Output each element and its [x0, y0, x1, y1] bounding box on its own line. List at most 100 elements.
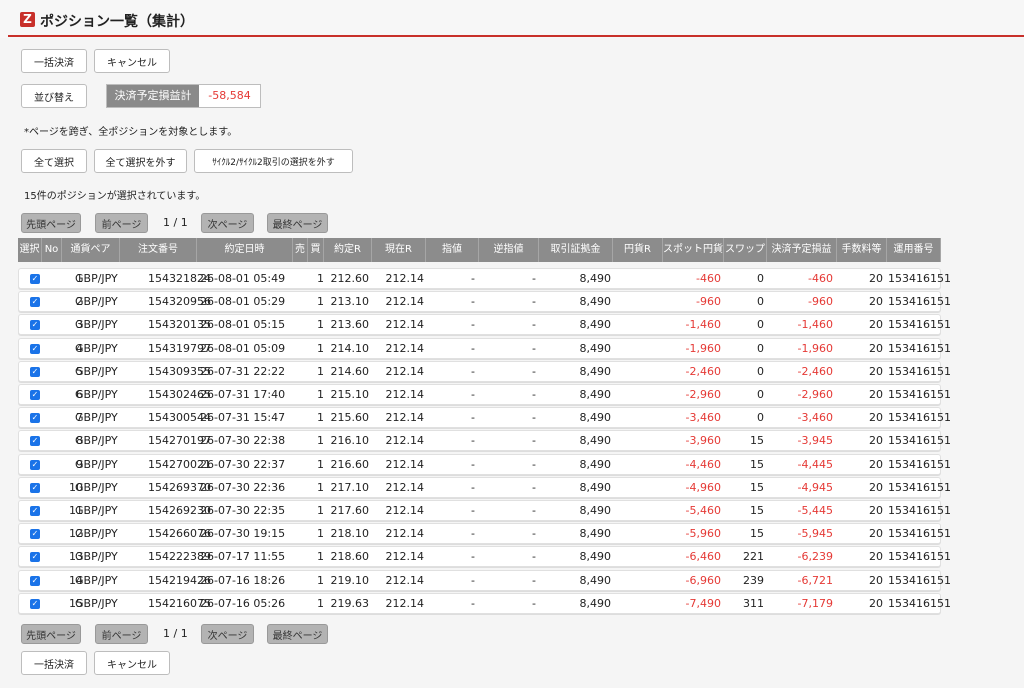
deselect-all-button[interactable]: 全て選択を外す [94, 149, 187, 173]
cell-dt: 26-08-01 05:29 [200, 295, 286, 309]
cell-swap: 0 [757, 318, 764, 332]
column-header: スワップ [724, 238, 767, 262]
cancel-button-top[interactable]: キャンセル [94, 49, 170, 73]
checkbox-checked-icon[interactable]: ✓ [30, 482, 40, 493]
cell-rate: 217.10 [330, 480, 370, 494]
pager-first-top[interactable]: 先頭ページ [21, 213, 81, 233]
checkbox-checked-icon[interactable]: ✓ [30, 343, 40, 354]
table-row[interactable]: ✓ 2 GBP/JPY 154320956 26-08-01 05:29 1 213.10 2… [18, 291, 951, 313]
pager-next-bottom[interactable]: 次ページ [201, 624, 254, 644]
pager-prev-top[interactable]: 前ページ [95, 213, 148, 233]
cell-cur: 212.14 [385, 341, 425, 355]
column-header: 売 [293, 238, 308, 262]
checkbox-checked-icon[interactable]: ✓ [30, 506, 40, 516]
checkbox-checked-icon[interactable]: ✓ [30, 390, 40, 400]
cancel-button-bottom[interactable]: キャンセル [94, 651, 170, 675]
table-row[interactable]: ✓ 13 GBP/JPY 154222389 26-07-17 11:55 1 218.60… [18, 546, 951, 568]
cell-margin: 8,490 [579, 550, 612, 564]
column-header: 取引証拠金 [539, 238, 613, 262]
pl-summary: 決済予定損益計 -58,584 [106, 84, 261, 108]
checkbox-checked-icon[interactable]: ✓ [30, 575, 40, 586]
cell-dt: 26-07-16 18:26 [200, 573, 286, 587]
pager-last-bottom[interactable]: 最終ページ [267, 624, 328, 644]
table-row[interactable]: ✓ 14 GBP/JPY 154219426 26-07-16 18:26 1 219.10… [18, 569, 951, 591]
table-row[interactable]: ✓ 10 GBP/JPY 154269370 26-07-30 22:36 1 217.10… [18, 476, 951, 498]
cell-buy: 1 [317, 411, 324, 425]
checkbox-checked-icon[interactable]: ✓ [30, 529, 40, 540]
cell-dt: 26-07-30 19:15 [200, 527, 286, 541]
cell-spot: -7,490 [685, 596, 721, 610]
table-row[interactable]: ✓ 5 GBP/JPY 154309355 26-07-31 22:22 1 214.60 2… [18, 360, 951, 382]
table-row[interactable]: ✓ 4 GBP/JPY 154319797 26-08-01 05:09 1 214.10 2… [18, 337, 951, 359]
cell-buy: 1 [317, 341, 324, 355]
checkbox-checked-icon[interactable]: ✓ [30, 413, 40, 424]
cell-margin: 8,490 [579, 527, 612, 541]
cell-cur: 212.14 [385, 480, 425, 494]
cell-stop: - [532, 573, 536, 587]
cell-fee: 20 [869, 596, 883, 610]
cell-limit: - [471, 364, 475, 378]
cell-op: 153416151 [888, 295, 951, 309]
table-row[interactable]: ✓ 11 GBP/JPY 154269230 26-07-30 22:35 1 217.60… [18, 500, 951, 521]
cell-op: 153416151 [888, 550, 951, 564]
pager-first-bottom[interactable]: 先頭ページ [21, 624, 81, 644]
cell-stop: - [532, 295, 536, 309]
cell-spot: -4,960 [685, 480, 721, 494]
cell-buy: 1 [317, 364, 324, 378]
table-row[interactable]: ✓ 12 GBP/JPY 154266076 26-07-30 19:15 1 218.10… [18, 523, 951, 545]
cell-rate: 212.60 [330, 272, 370, 285]
table-row[interactable]: ✓ 9 GBP/JPY 154270021 26-07-30 22:37 1 216.60 2… [18, 453, 951, 475]
column-header: 買 [308, 238, 324, 262]
cell-rate: 214.60 [330, 364, 370, 378]
cell-limit: - [471, 596, 475, 610]
checkbox-checked-icon[interactable]: ✓ [30, 366, 40, 377]
page-indicator-bottom: 1 / 1 [163, 627, 188, 640]
pager-prev-bottom[interactable]: 前ページ [95, 624, 148, 644]
checkbox-checked-icon[interactable]: ✓ [30, 459, 40, 470]
cell-pair: GBP/JPY [75, 364, 118, 378]
cell-stop: - [532, 411, 536, 425]
cell-op: 153416151 [888, 318, 951, 332]
cell-cur: 212.14 [385, 318, 425, 332]
table-row[interactable]: ✓ 7 GBP/JPY 154300544 26-07-31 15:47 1 215.60 2… [18, 407, 951, 429]
column-header: 円貨R [613, 238, 663, 262]
cell-margin: 8,490 [579, 364, 612, 378]
checkbox-checked-icon[interactable]: ✓ [30, 552, 40, 563]
table-row[interactable]: ✓ 1 GBP/JPY 154321824 26-08-01 05:49 1 212.60 2… [18, 268, 951, 289]
cell-dt: 26-08-01 05:49 [200, 272, 286, 285]
select-all-button[interactable]: 全て選択 [21, 149, 87, 173]
deselect-cycle-button[interactable]: ｻｲｸﾙ2/ｻｲｸﾙ2取引の選択を外す [194, 149, 353, 173]
pager-next-top[interactable]: 次ページ [201, 213, 254, 233]
cell-rate: 218.10 [330, 527, 370, 541]
cell-pair: GBP/JPY [75, 318, 118, 332]
cell-rate: 213.60 [330, 318, 370, 332]
column-header: 手数料等 [837, 238, 887, 262]
page-header: Z ポジション一覧（集計） [0, 0, 1024, 38]
cell-buy: 1 [317, 480, 324, 494]
cell-fee: 20 [869, 388, 883, 401]
cell-fee: 20 [869, 527, 883, 541]
cell-stop: - [532, 388, 536, 401]
table-row[interactable]: ✓ 8 GBP/JPY 154270197 26-07-30 22:38 1 216.10 2… [18, 430, 951, 452]
checkbox-checked-icon[interactable]: ✓ [30, 320, 40, 331]
cell-pair: GBP/JPY [75, 480, 118, 494]
checkbox-checked-icon[interactable]: ✓ [30, 274, 40, 284]
cell-buy: 1 [317, 457, 324, 471]
sort-button[interactable]: 並び替え [21, 84, 87, 108]
cell-pl: -4,445 [797, 457, 833, 471]
cell-fee: 20 [869, 504, 883, 517]
cell-buy: 1 [317, 504, 324, 517]
bulk-settle-button-bottom[interactable]: 一括決済 [21, 651, 87, 675]
table-row[interactable]: ✓ 15 GBP/JPY 154216075 26-07-16 05:26 1 219.63… [18, 592, 951, 614]
checkbox-checked-icon[interactable]: ✓ [30, 598, 40, 609]
cell-dt: 26-07-16 05:26 [200, 596, 286, 610]
table-row[interactable]: ✓ 3 GBP/JPY 154320135 26-08-01 05:15 1 213.60 2… [18, 314, 951, 336]
cell-fee: 20 [869, 550, 883, 564]
table-row[interactable]: ✓ 6 GBP/JPY 154302465 26-07-31 17:40 1 215.10 2… [18, 384, 951, 405]
cell-stop: - [532, 318, 536, 332]
checkbox-checked-icon[interactable]: ✓ [30, 297, 40, 308]
bulk-settle-button-top[interactable]: 一括決済 [21, 49, 87, 73]
checkbox-checked-icon[interactable]: ✓ [30, 436, 40, 447]
pager-last-top[interactable]: 最終ページ [267, 213, 328, 233]
cell-buy: 1 [317, 550, 324, 564]
